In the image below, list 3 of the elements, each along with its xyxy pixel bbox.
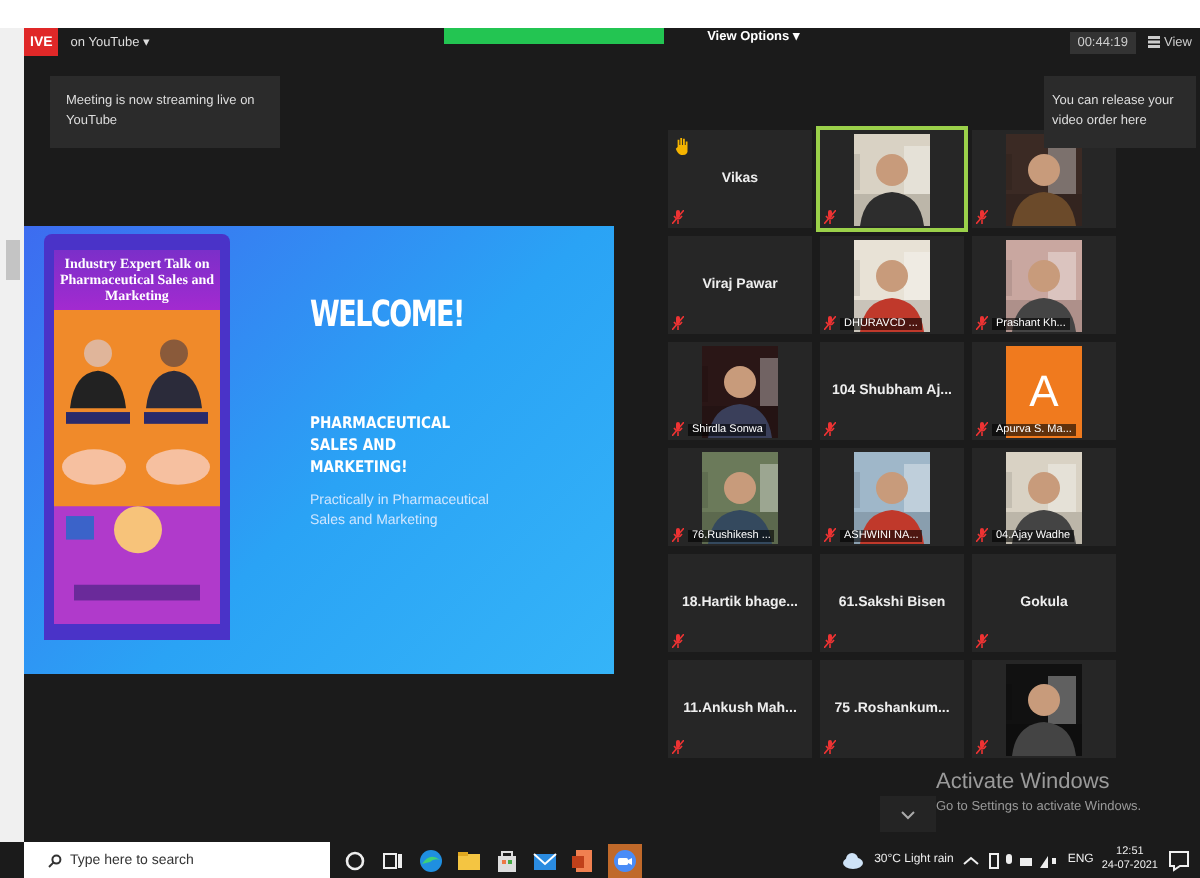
slide-subheading: PHARMACEUTICAL SALES AND MARKETING! [310,412,453,478]
slide-heading: WELCOME! [310,294,464,336]
activation-title: Activate Windows [936,770,1112,794]
